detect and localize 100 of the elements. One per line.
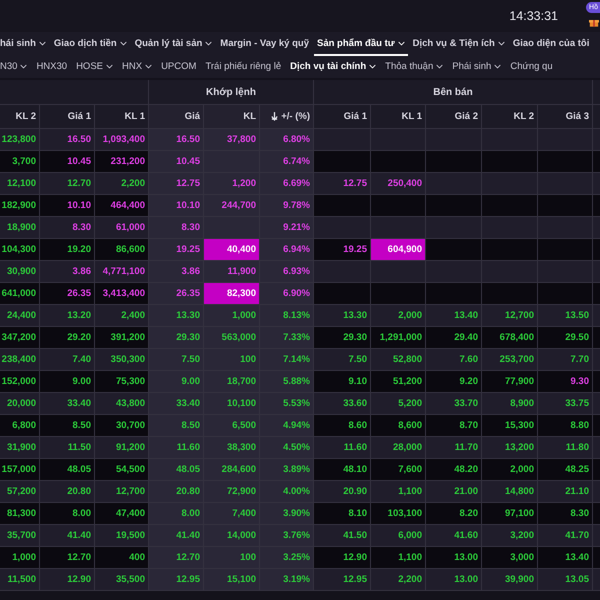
cell-value: 15,300 [504, 420, 534, 431]
menu-item[interactable]: Giao dịch tiền [50, 32, 130, 56]
column-header[interactable]: KL 1 [371, 105, 425, 128]
board-tab[interactable]: N30 [0, 60, 32, 74]
cell-value: 12.70 [67, 178, 91, 189]
column-header[interactable]: KL 2 [482, 105, 537, 128]
board-tab[interactable]: Chứng qu [506, 60, 557, 74]
menu-item[interactable]: Dịch vụ & Tiện ích [410, 32, 508, 56]
board-tab[interactable]: Dịch vụ tài chính [286, 60, 380, 74]
cell-value: 103,100 [388, 508, 422, 519]
cell-value: 2,000 [510, 464, 534, 475]
cell-value: 8.10 [348, 508, 367, 519]
cell-value: 6.93% [283, 266, 310, 277]
cell-value: 8.50 [182, 420, 200, 431]
board-tab[interactable]: HNX [118, 60, 156, 74]
column-group-header: Khớp lệnh [149, 80, 313, 104]
cell-value: 9.00 [182, 376, 200, 387]
column-header[interactable]: Giá 3 [538, 105, 592, 128]
board-tab[interactable]: Trái phiếu riêng lẻ [201, 60, 286, 74]
board-tab[interactable]: HOSE [72, 60, 117, 74]
cell-value: 123,800 [2, 134, 36, 145]
cell-value: 8.30 [72, 222, 91, 233]
cell-value: 12.70 [67, 552, 91, 563]
cell-value: 13.50 [565, 310, 589, 321]
cell-value: 15,100 [226, 574, 256, 585]
cell-value: 8,900 [510, 398, 534, 409]
cell-value: 33.60 [343, 398, 367, 409]
cell-value: 1,100 [398, 552, 422, 563]
board-tab[interactable]: Phái sinh [448, 60, 506, 74]
cell-value: 4,771,100 [102, 266, 145, 277]
cell-value: 86,600 [116, 244, 145, 255]
board-tab[interactable]: Thỏa thuận [381, 60, 448, 74]
cell-value: 11.50 [68, 442, 91, 453]
cell-value: 6,000 [398, 530, 422, 541]
menu-item[interactable]: Margin - Vay ký quỹ [217, 32, 312, 56]
cell-value: 21.10 [565, 486, 589, 497]
column-header[interactable]: Giá 2 [426, 105, 481, 128]
board-tab[interactable]: UPCOM [157, 60, 200, 74]
cell-value: 244,700 [222, 200, 256, 211]
cell-value: 400 [129, 552, 145, 563]
cell-value: 13.05 [565, 574, 589, 585]
sort-down-icon[interactable] [271, 112, 278, 121]
menu-item[interactable]: hái sinh [0, 32, 49, 56]
cell-value: 157,000 [2, 464, 36, 475]
cell-value: 253,700 [500, 354, 534, 365]
cell-value: 13.20 [67, 310, 91, 321]
cell-value: 4.00% [283, 486, 310, 497]
cell-value: 4.50% [283, 442, 310, 453]
cell-value: 1,000 [232, 310, 256, 321]
cell-value: 10.45 [67, 156, 91, 167]
cell-value: 3,700 [12, 156, 36, 167]
cell-value: 8.50 [72, 420, 91, 431]
board-tab[interactable]: HNX30 [32, 60, 72, 74]
cell-value: 12.75 [176, 178, 200, 189]
cell-value: 7.14% [283, 354, 310, 365]
cell-value: 29.30 [343, 332, 367, 343]
cell-value: 18,700 [226, 376, 256, 387]
cell-value: 4.94% [283, 420, 310, 431]
cell-value: 8.80 [570, 420, 589, 431]
cell-value: 7.50 [182, 354, 200, 365]
cell-value: 563,000 [222, 332, 256, 343]
cell-value: 20.80 [67, 486, 91, 497]
cell-value: 12.75 [343, 178, 367, 189]
cell-value: 35,500 [116, 574, 145, 585]
cell-value: 3.86 [72, 266, 91, 277]
cell-value: 29.30 [176, 332, 200, 343]
cell-value: 13.40 [565, 552, 589, 563]
cell-value: 3.19% [283, 574, 310, 585]
cell-value: 1,200 [232, 178, 256, 189]
cell-value: 3.89% [283, 464, 310, 475]
column-header[interactable]: KL [204, 105, 259, 128]
cell-value: 8.20 [460, 508, 478, 519]
cell-value: 1,000 [12, 552, 36, 563]
column-header[interactable]: Giá 1 [40, 105, 94, 128]
cell-value: 9.10 [348, 376, 367, 387]
cell-value: 13.40 [454, 310, 478, 321]
menu-item[interactable]: Quản lý tài sản [132, 32, 216, 56]
cell-value: 250,400 [388, 178, 422, 189]
column-header[interactable]: KL 1 [95, 105, 148, 128]
cell-value: 12,100 [6, 178, 36, 189]
cell-value: 16.50 [67, 134, 91, 145]
column-header[interactable]: KL 2 [0, 105, 39, 128]
cell-value: 12.95 [343, 574, 367, 585]
gift-icon[interactable] [589, 18, 599, 27]
menu-item[interactable]: Giao diện của tôi [510, 32, 592, 56]
cell-value: 1,291,000 [380, 332, 422, 343]
cell-value: 11,500 [7, 574, 36, 585]
cell-value: 9.21% [283, 222, 310, 233]
cell-value: 12,700 [116, 486, 145, 497]
column-header[interactable]: Giá [149, 105, 203, 128]
cell-value: 641,000 [2, 288, 36, 299]
cell-value: 52,800 [392, 354, 422, 365]
cell-value: 35,700 [6, 530, 36, 541]
column-group-header: Bên bán [314, 80, 592, 104]
cell-value: 24,400 [6, 310, 36, 321]
cell-value: 11.60 [176, 442, 200, 453]
cell-value: 48.20 [454, 464, 478, 475]
column-header[interactable]: Giá 1 [314, 105, 370, 128]
cell-value: 33.40 [67, 398, 91, 409]
cell-value: 152,000 [2, 376, 36, 387]
